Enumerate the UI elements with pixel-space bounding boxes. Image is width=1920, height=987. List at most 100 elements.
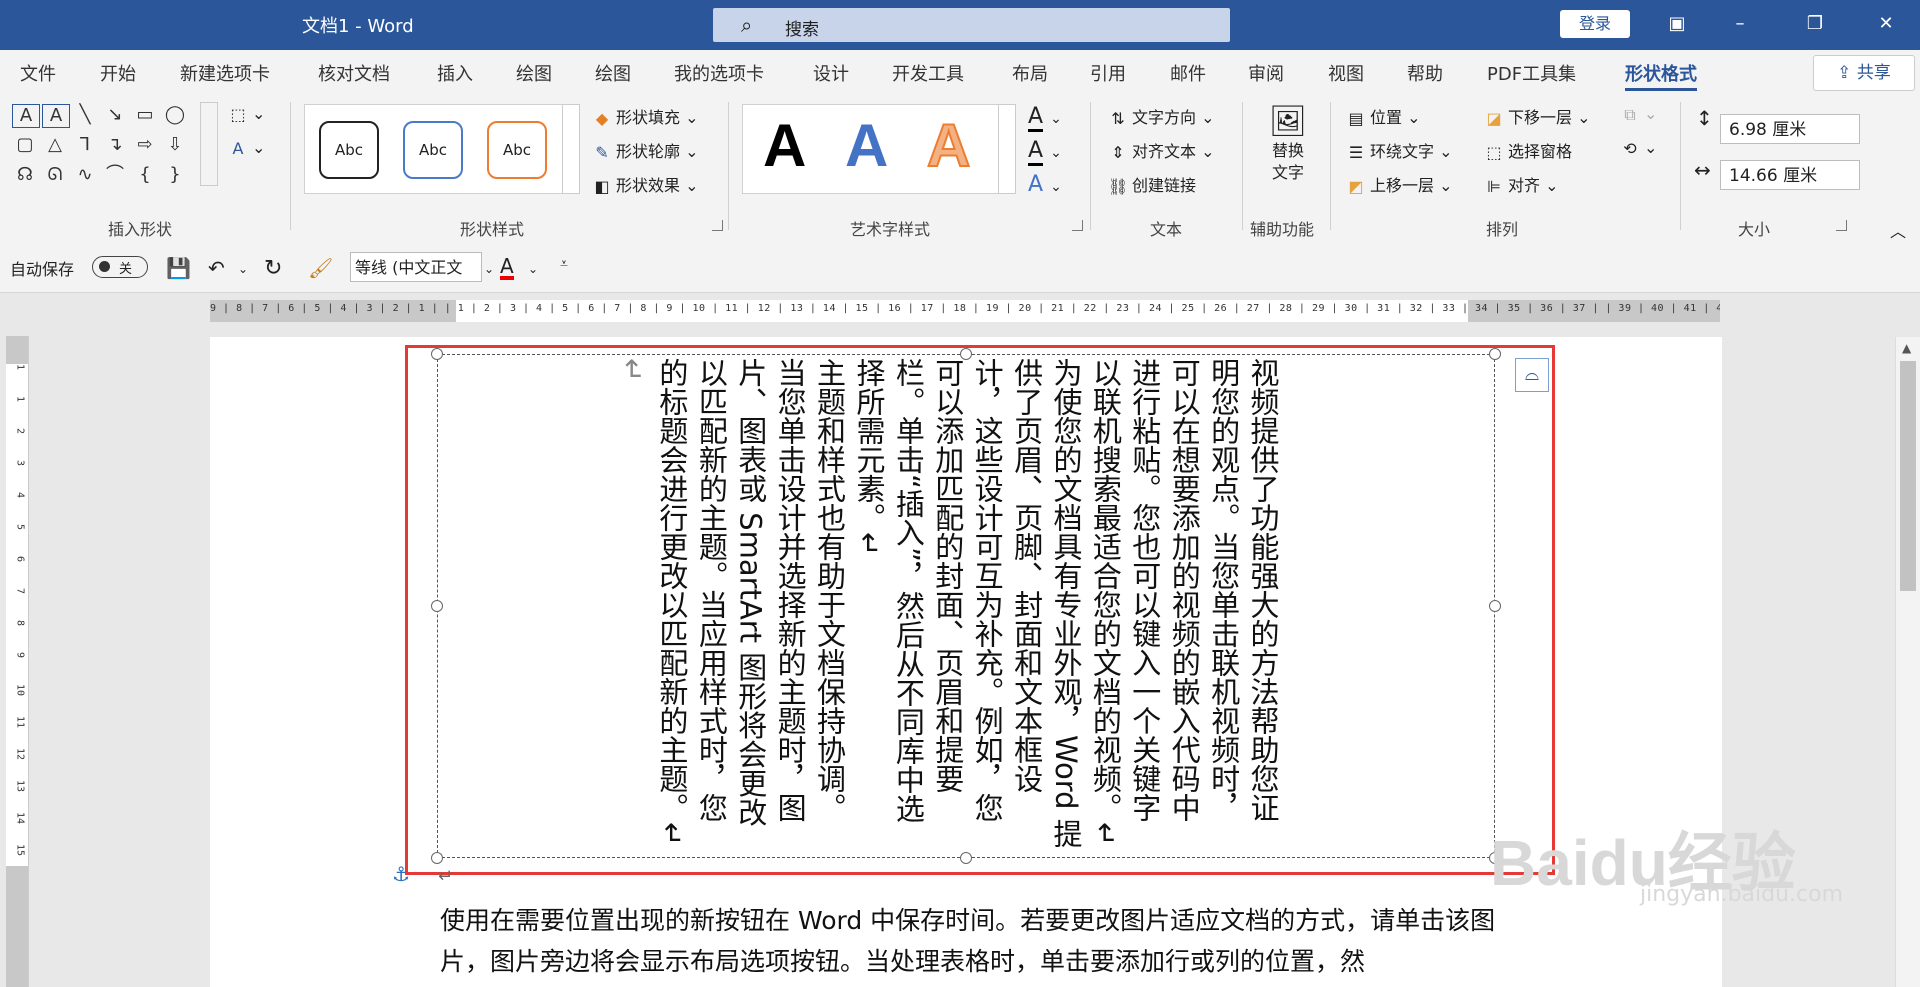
vertical-textbox-icon[interactable]: A <box>42 104 70 128</box>
close-icon[interactable]: ✕ <box>1866 8 1906 40</box>
wordart-blue[interactable]: A <box>845 111 888 180</box>
curve-icon[interactable]: ∿ <box>72 164 98 186</box>
autosave-toggle[interactable]: 关 <box>92 256 148 278</box>
scroll-thumb[interactable] <box>1900 361 1916 591</box>
shapes-gallery[interactable]: A A ╲ ↘ ▭ ◯ ▢ △ ⅂ ↴ ⇨ ⇩ ☊ ᘏ ∿ ⌒ { } <box>12 104 198 190</box>
tab-insert[interactable]: 插入 <box>437 60 473 86</box>
resize-handle[interactable] <box>960 852 972 864</box>
tab-review[interactable]: 审阅 <box>1248 60 1284 86</box>
wordart-orange[interactable]: A <box>926 111 971 180</box>
style-orange[interactable]: Abc <box>487 121 547 179</box>
rounded-rect-icon[interactable]: ▢ <box>12 134 38 156</box>
selection-pane-button[interactable]: ⬚ 选择窗格 <box>1484 138 1572 162</box>
body-paragraph[interactable]: 使用在需要位置出现的新按钮在 Word 中保存时间。若要更改图片适应文档的方式，… <box>440 900 1500 982</box>
vertical-text-content[interactable]: 视频提供了功能强大的方法帮助您证明您的观点。当您单击联机视频时，可以在想要添加的… <box>456 358 1282 848</box>
wrap-text-button[interactable]: ☰ 环绕文字 ⌄ <box>1346 138 1453 162</box>
layout-options-icon[interactable]: ⌓ <box>1515 358 1549 392</box>
tab-layout[interactable]: 布局 <box>1012 60 1048 86</box>
elbow-connector-icon[interactable]: ⅂ <box>72 134 98 156</box>
vertical-ruler[interactable]: 1 1 2 3 4 5 6 7 8 9 10 11 12 13 14 15 <box>6 336 29 987</box>
right-brace-icon[interactable]: } <box>162 164 188 186</box>
shape-outline-button[interactable]: ✎ 形状轮廓 ⌄ <box>592 138 698 162</box>
shape-style-gallery[interactable]: Abc Abc Abc <box>304 104 566 194</box>
font-color-icon[interactable]: A <box>500 256 514 280</box>
text-effects-button[interactable]: A ⌄ <box>1028 172 1062 197</box>
search-box[interactable]: ⌕ 搜索 <box>713 8 1230 42</box>
shape-fill-button[interactable]: ◆ 形状填充 ⌄ <box>592 104 699 128</box>
style-black[interactable]: Abc <box>319 121 379 179</box>
style-blue[interactable]: Abc <box>403 121 463 179</box>
draw-textbox-button[interactable]: A ⌄ <box>228 138 266 158</box>
undo-icon[interactable]: ↶ <box>208 256 225 280</box>
down-arrow-icon[interactable]: ⇩ <box>162 134 188 156</box>
rotate-button[interactable]: ⟲ ⌄ <box>1620 138 1657 158</box>
tab-view[interactable]: 视图 <box>1328 60 1364 86</box>
arrow-line-icon[interactable]: ↘ <box>102 104 128 126</box>
tab-shape-format[interactable]: 形状格式 <box>1625 60 1697 91</box>
horizontal-ruler[interactable]: 9 | 8 | 7 | 6 | 5 | 4 | 3 | 2 | 1 | | 1 … <box>210 300 1720 322</box>
resize-handle[interactable] <box>1489 600 1501 612</box>
tab-references[interactable]: 引用 <box>1090 60 1126 86</box>
wordart-launcher[interactable] <box>1072 220 1083 231</box>
resize-handle[interactable] <box>431 600 443 612</box>
elbow-arrow-icon[interactable]: ↴ <box>102 134 128 156</box>
resize-handle[interactable] <box>431 852 443 864</box>
resize-handle[interactable] <box>1489 348 1501 360</box>
alt-text-button[interactable]: 🖼 替换 文字 <box>1262 104 1314 184</box>
shape-styles-launcher[interactable] <box>712 220 723 231</box>
arc-icon[interactable]: ⌒ <box>102 164 128 186</box>
restore-icon[interactable]: ❐ <box>1795 8 1835 40</box>
style-gallery-scroll[interactable] <box>562 104 580 194</box>
font-dropdown-icon[interactable]: ⌄ <box>484 262 494 276</box>
font-color-dropdown-icon[interactable]: ⌄ <box>528 262 538 276</box>
width-input[interactable]: 14.66 厘米 <box>1720 160 1860 190</box>
redo-icon[interactable]: ↻ <box>264 256 282 281</box>
textbox-icon[interactable]: A <box>12 104 40 128</box>
undo-dropdown-icon[interactable]: ⌄ <box>238 262 248 276</box>
position-button[interactable]: ▤ 位置 ⌄ <box>1346 104 1420 128</box>
tab-home[interactable]: 开始 <box>100 60 136 86</box>
text-outline-button[interactable]: A ⌄ <box>1028 138 1062 166</box>
group-button[interactable]: ⧉ ⌄ <box>1620 104 1657 124</box>
save-icon[interactable]: 💾 <box>166 256 191 280</box>
scroll-up-icon[interactable]: ▲ <box>1902 341 1911 355</box>
bring-forward-button[interactable]: ◩ 上移一层 ⌄ <box>1346 172 1452 196</box>
oval-icon[interactable]: ◯ <box>162 104 188 126</box>
text-fill-button[interactable]: A ⌄ <box>1028 104 1062 132</box>
format-painter-icon[interactable]: 🖌 <box>308 256 333 280</box>
tab-my[interactable]: 我的选项卡 <box>674 60 764 86</box>
tab-new[interactable]: 新建选项卡 <box>180 60 270 86</box>
font-name-select[interactable]: 等线 (中文正文 <box>350 252 482 282</box>
login-button[interactable]: 登录 <box>1560 10 1630 38</box>
tab-file[interactable]: 文件 <box>20 60 56 86</box>
rectangle-icon[interactable]: ▭ <box>132 104 158 126</box>
line-icon[interactable]: ╲ <box>72 104 98 126</box>
tab-developer[interactable]: 开发工具 <box>892 60 964 86</box>
align-button[interactable]: ⊫ 对齐 ⌄ <box>1484 172 1558 196</box>
collapse-ribbon-icon[interactable]: ︿ <box>1890 218 1906 242</box>
edit-shape-button[interactable]: ⬚ ⌄ <box>228 104 265 124</box>
triangle-icon[interactable]: △ <box>42 134 68 156</box>
wordart-gallery-scroll[interactable] <box>998 104 1016 194</box>
tab-pdf[interactable]: PDF工具集 <box>1487 60 1576 86</box>
text-direction-button[interactable]: ⇅ 文字方向 ⌄ <box>1108 104 1214 128</box>
left-brace-icon[interactable]: { <box>132 164 158 186</box>
right-arrow-icon[interactable]: ⇨ <box>132 134 158 156</box>
send-backward-button[interactable]: ◪ 下移一层 ⌄ <box>1484 104 1590 128</box>
tab-review-doc[interactable]: 核对文档 <box>318 60 390 86</box>
tab-design[interactable]: 设计 <box>813 60 849 86</box>
tab-help[interactable]: 帮助 <box>1407 60 1443 86</box>
create-link-button[interactable]: ⛓ 创建链接 <box>1108 172 1196 196</box>
tab-draw-1[interactable]: 绘图 <box>516 60 552 86</box>
align-text-button[interactable]: ⇕ 对齐文本 ⌄ <box>1108 138 1214 162</box>
share-button[interactable]: ⇪ 共享 <box>1813 55 1915 91</box>
wordart-gallery[interactable]: A A A <box>742 104 1002 194</box>
ribbon-display-icon[interactable]: ▣ <box>1657 8 1697 40</box>
freeform-icon[interactable]: ☊ <box>12 164 38 186</box>
minimize-icon[interactable]: – <box>1720 8 1760 40</box>
resize-handle[interactable] <box>431 348 443 360</box>
tab-mailings[interactable]: 邮件 <box>1170 60 1206 86</box>
shape-effects-button[interactable]: ◧ 形状效果 ⌄ <box>592 172 698 196</box>
wordart-black[interactable]: A <box>763 111 806 180</box>
height-input[interactable]: 6.98 厘米 <box>1720 114 1860 144</box>
